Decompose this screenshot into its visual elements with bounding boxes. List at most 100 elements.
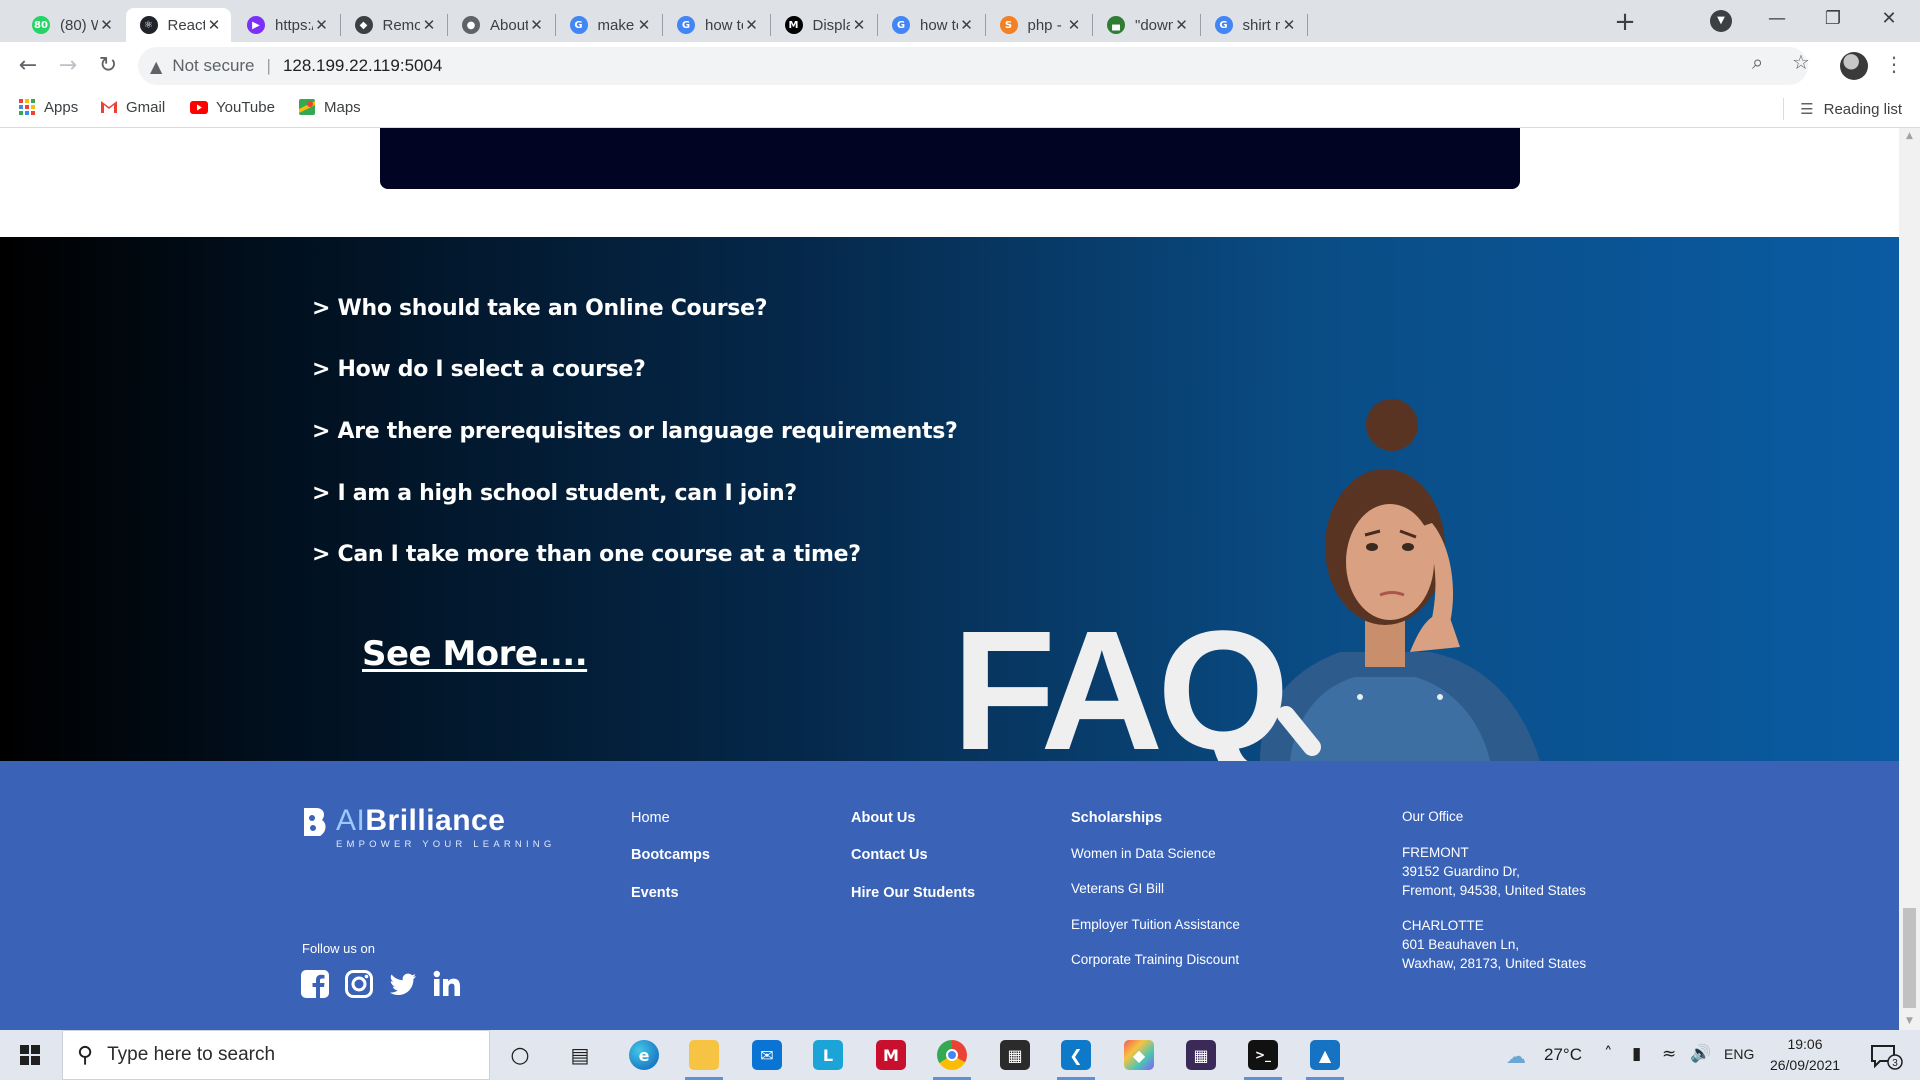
close-tab-icon[interactable]: ✕	[205, 16, 223, 34]
address-bar[interactable]: ▲ Not secure | 128.199.22.119:5004	[138, 47, 1808, 85]
close-tab-icon[interactable]: ✕	[1280, 16, 1298, 34]
footer-link-scholarships[interactable]: Scholarships	[1071, 810, 1162, 826]
system-clock[interactable]: 19:06 26/09/2021	[1762, 1034, 1848, 1076]
browser-tab[interactable]: ◆ Remove✕	[341, 8, 447, 42]
tab-title: shirt na	[1242, 16, 1281, 34]
taskbar-mail[interactable]: ✉	[740, 1030, 794, 1080]
facebook-icon[interactable]	[300, 969, 330, 999]
close-tab-icon[interactable]: ✕	[98, 16, 116, 34]
taskbar-chrome[interactable]	[925, 1030, 979, 1080]
close-tab-icon[interactable]: ✕	[313, 16, 331, 34]
faq-question-3[interactable]: > Are there prerequisites or language re…	[312, 419, 958, 444]
bookmark-gmail[interactable]: Gmail	[100, 98, 165, 116]
faq-question-2[interactable]: > How do I select a course?	[312, 357, 646, 382]
show-hidden-icons-icon[interactable]: ˄	[1604, 1044, 1613, 1064]
browser-tab[interactable]: 80 (80) Wh✕	[18, 8, 124, 42]
taskbar-app-l[interactable]: L	[801, 1030, 855, 1080]
browser-tab[interactable]: Gmake fu✕	[556, 8, 662, 42]
browser-tab[interactable]: ⚛ React A✕	[125, 8, 231, 42]
footer-link-home[interactable]: Home	[631, 810, 670, 826]
minimize-button[interactable]: —	[1754, 4, 1800, 36]
see-more-link[interactable]: See More....	[362, 634, 588, 674]
page-scrollbar[interactable]: ▲ ▼	[1899, 128, 1920, 1030]
taskbar-terminal[interactable]: >_	[1236, 1030, 1290, 1080]
reading-list-button[interactable]: ☰ Reading list	[1783, 98, 1902, 120]
aibrilliance-logo[interactable]: AIBrilliance EMPOWER YOUR LEARNING	[300, 806, 555, 850]
linkedin-icon[interactable]	[432, 969, 462, 999]
new-tab-button[interactable]: +	[1610, 7, 1640, 37]
twitter-icon[interactable]	[388, 969, 418, 999]
footer-link-bootcamps[interactable]: Bootcamps	[631, 847, 710, 863]
taskbar-mcafee[interactable]: M	[864, 1030, 918, 1080]
task-view-button[interactable]: ▤	[553, 1030, 607, 1080]
temperature-label[interactable]: 27°C	[1544, 1045, 1582, 1065]
close-tab-icon[interactable]: ✕	[850, 16, 868, 34]
back-icon[interactable]: ←	[14, 52, 42, 80]
close-tab-icon[interactable]: ✕	[420, 16, 438, 34]
bookmark-star-icon[interactable]: ☆	[1792, 50, 1810, 74]
wifi-icon[interactable]: ≈	[1662, 1044, 1676, 1064]
mcafee-icon: M	[876, 1040, 906, 1070]
browser-tab[interactable]: ▄ "downlo✕	[1093, 8, 1199, 42]
taskbar-vscode[interactable]: ❮	[1049, 1030, 1103, 1080]
weather-icon[interactable]: ☁	[1506, 1044, 1526, 1068]
reload-icon[interactable]: ↻	[94, 52, 122, 80]
winrar-icon: ▦	[1186, 1040, 1216, 1070]
close-tab-icon[interactable]: ✕	[528, 16, 546, 34]
browser-tab[interactable]: Sphp - H✕	[986, 8, 1092, 42]
taskbar-edge[interactable]: e	[617, 1030, 671, 1080]
menu-dots-icon[interactable]: ⋮	[1884, 52, 1904, 76]
windows-start-icon[interactable]	[10, 1042, 50, 1068]
scrollbar-thumb[interactable]	[1903, 908, 1916, 1008]
taskbar-search-input[interactable]: ⚲ Type here to search	[62, 1030, 490, 1080]
browser-tab[interactable]: M Display✕	[771, 8, 877, 42]
close-tab-icon[interactable]: ✕	[635, 16, 653, 34]
browser-tab[interactable]: Gshirt na✕	[1201, 8, 1307, 42]
url-text[interactable]: 128.199.22.119:5004	[283, 56, 442, 76]
faq-question-4[interactable]: > I am a high school student, can I join…	[312, 481, 797, 506]
tab-search-icon[interactable]: ▼	[1710, 10, 1732, 32]
footer-link-hire-students[interactable]: Hire Our Students	[851, 885, 975, 901]
taskbar-gitkraken[interactable]: ◆	[1112, 1030, 1166, 1080]
browser-tab[interactable]: Ghow to✕	[878, 8, 984, 42]
zoom-icon[interactable]: ⌕	[1752, 50, 1763, 74]
maximize-button[interactable]: ❐	[1810, 4, 1856, 36]
react-icon: ⚛	[139, 16, 158, 34]
footer-link-veterans-gi-bill[interactable]: Veterans GI Bill	[1071, 881, 1164, 896]
footer-link-women-data-science[interactable]: Women in Data Science	[1071, 846, 1216, 861]
language-indicator[interactable]: ENG	[1724, 1046, 1754, 1062]
profile-avatar[interactable]	[1840, 52, 1868, 80]
close-tab-icon[interactable]: ✕	[1065, 16, 1083, 34]
footer-link-corporate-training[interactable]: Corporate Training Discount	[1071, 952, 1239, 967]
volume-icon[interactable]: 🔊	[1690, 1044, 1711, 1064]
faq-question-5[interactable]: > Can I take more than one course at a t…	[312, 542, 861, 567]
taskbar-file-explorer[interactable]	[677, 1030, 731, 1080]
instagram-icon[interactable]	[344, 969, 374, 999]
footer-link-contact-us[interactable]: Contact Us	[851, 847, 928, 863]
not-secure-label[interactable]: Not secure	[172, 56, 254, 76]
scroll-up-arrow-icon[interactable]: ▲	[1899, 128, 1920, 145]
battery-icon[interactable]: ▮	[1632, 1044, 1641, 1064]
bookmark-apps[interactable]: Apps	[18, 98, 78, 116]
cortana-button[interactable]: ○	[493, 1030, 547, 1080]
notification-center-icon[interactable]: 3	[1868, 1042, 1904, 1070]
bookmark-maps[interactable]: Maps	[298, 98, 361, 116]
taskbar-photos[interactable]: ▲	[1298, 1030, 1352, 1080]
browser-tab[interactable]: ▶ https://l✕	[233, 8, 339, 42]
bookmark-youtube[interactable]: YouTube	[190, 98, 275, 116]
close-window-button[interactable]: ✕	[1866, 4, 1912, 36]
taskbar-winrar[interactable]: ▦	[1174, 1030, 1228, 1080]
taskbar-store[interactable]: ▦	[988, 1030, 1042, 1080]
browser-tab[interactable]: ● About F✕	[448, 8, 554, 42]
browser-tab[interactable]: Ghow to✕	[663, 8, 769, 42]
scroll-down-arrow-icon[interactable]: ▼	[1899, 1013, 1920, 1030]
footer-link-about-us[interactable]: About Us	[851, 810, 915, 826]
footer-link-events[interactable]: Events	[631, 885, 679, 901]
close-tab-icon[interactable]: ✕	[743, 16, 761, 34]
store-icon: ▦	[1000, 1040, 1030, 1070]
forward-icon[interactable]: →	[54, 52, 82, 80]
close-tab-icon[interactable]: ✕	[958, 16, 976, 34]
faq-question-1[interactable]: > Who should take an Online Course?	[312, 296, 767, 321]
close-tab-icon[interactable]: ✕	[1173, 16, 1191, 34]
footer-link-employer-tuition[interactable]: Employer Tuition Assistance	[1071, 917, 1240, 932]
